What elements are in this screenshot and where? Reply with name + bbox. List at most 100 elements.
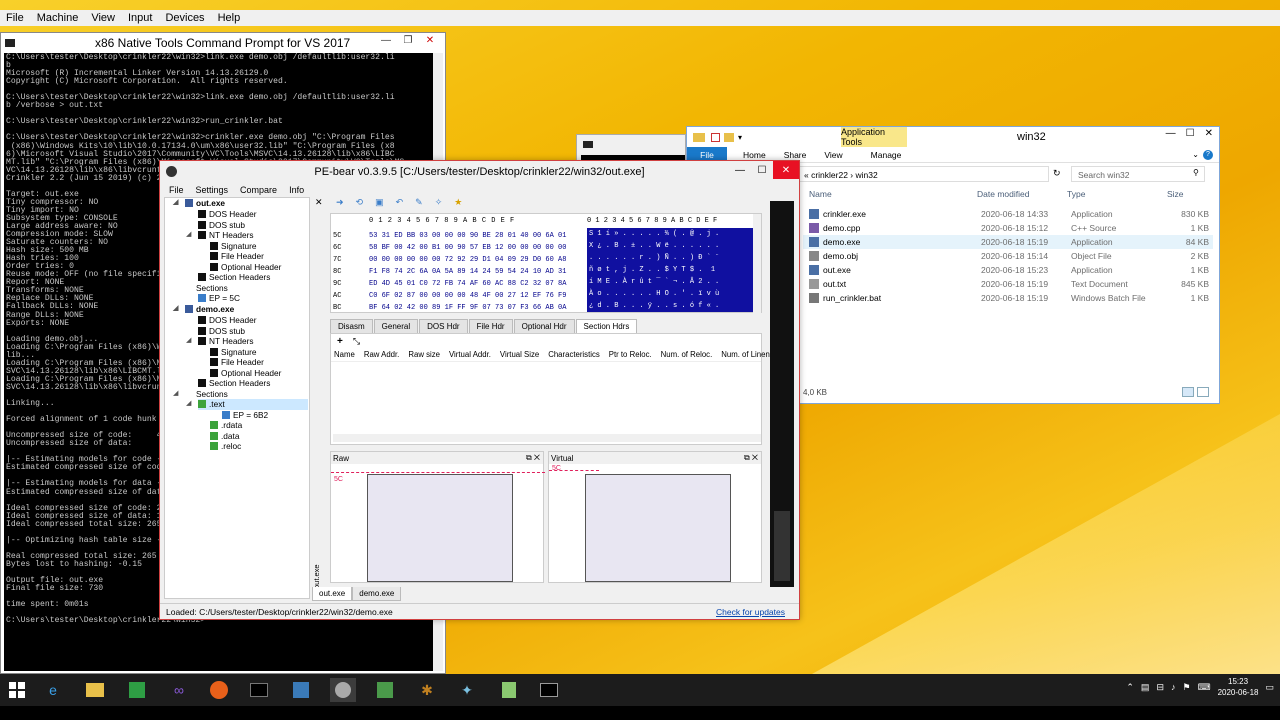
close-icon[interactable]: ✕ (1205, 128, 1213, 139)
ribbon-tab-view[interactable]: View (824, 150, 842, 160)
folder-new-icon[interactable] (724, 132, 734, 142)
large-icons-view-icon[interactable] (1197, 387, 1209, 397)
firefox-icon[interactable] (206, 678, 232, 702)
cmd-titlebar[interactable]: x86 Native Tools Command Prompt for VS 2… (1, 33, 445, 53)
hex-row[interactable]: ED 4D 45 01 C0 72 FB 74 AF 60 AC 88 C2 3… (369, 278, 583, 290)
vm-menu-help[interactable]: Help (218, 12, 241, 24)
hex-row[interactable]: 00 00 00 00 00 00 72 92 29 D1 04 09 29 D… (369, 254, 583, 266)
ascii-row[interactable]: ñ ø t , j . Z . . $ Y T $ . ­ 1 (589, 264, 755, 276)
usb-icon[interactable]: ⊟ (1156, 682, 1164, 693)
visual-studio-icon[interactable]: ∞ (166, 678, 192, 702)
hex-bytes[interactable]: 53 31 ED BB 03 00 00 00 90 BE 28 01 40 0… (369, 230, 583, 314)
vm-menu-file[interactable]: File (6, 12, 24, 24)
file-tab-demo-exe[interactable]: demo.exe (352, 587, 402, 601)
details-view-icon[interactable] (1182, 387, 1194, 397)
tab-dos-hdr[interactable]: DOS Hdr (419, 319, 468, 333)
go-forward-icon[interactable]: ➜ (336, 197, 344, 211)
check-updates-link[interactable]: Check for updates (716, 607, 785, 617)
tree-section-text[interactable]: ◢ .text (186, 399, 308, 410)
section-column-header[interactable]: Virtual Size (500, 350, 539, 359)
column-name[interactable]: Name (803, 189, 977, 203)
tree-signature[interactable]: Signature (210, 241, 257, 252)
quick-access-icon[interactable] (711, 132, 720, 142)
terminal-icon[interactable] (246, 678, 272, 702)
add-section-icon[interactable]: + (337, 336, 343, 347)
maximize-icon[interactable]: ❐ (399, 35, 417, 49)
hex-scrollbar[interactable] (753, 214, 761, 314)
minimize-icon[interactable]: — (1166, 128, 1176, 139)
column-size[interactable]: Size (1157, 189, 1205, 203)
hex-row[interactable]: F1 F8 74 2C 6A 0A 5A 89 14 24 59 54 24 1… (369, 266, 583, 278)
tree-out-exe[interactable]: ◢ out.exe (173, 198, 225, 209)
close-panel-icon[interactable]: ✕ (534, 453, 540, 462)
ascii-row[interactable]: À o . . . . . . H O . ' . ï v ù (589, 288, 755, 300)
cmd-taskbar-icon[interactable] (536, 678, 562, 702)
bug-icon[interactable]: ✱ (414, 678, 440, 702)
pebear-titlebar[interactable]: PE-bear v0.3.9.5 [C:/Users/tester/Deskto… (160, 161, 799, 183)
file-row[interactable]: run_crinkler.bat 2020-06-18 15:19 Windows … (803, 291, 1213, 305)
undock-icon[interactable]: ⧉ (744, 453, 750, 462)
ascii-row[interactable]: í M E . À r û t ¯ ` ¬ . Â 2 . . (589, 276, 755, 288)
hex-row[interactable]: 58 BF 00 42 00 B1 00 90 57 EB 12 00 00 0… (369, 242, 583, 254)
close-icon[interactable]: ✕ (773, 161, 799, 179)
tab-general[interactable]: General (373, 319, 419, 333)
section-column-header[interactable]: Ptr to Reloc. (609, 350, 652, 359)
notifications-icon[interactable]: ▭ (1265, 682, 1274, 693)
tree-demo-exe[interactable]: ◢ demo.exe (173, 304, 234, 315)
keyboard-icon[interactable]: ⌨ (1198, 682, 1211, 693)
ribbon-tab-share[interactable]: Share (784, 150, 807, 160)
clock[interactable]: 15:23 2020-06-18 (1218, 676, 1259, 698)
hex-view[interactable]: 0 1 2 3 4 5 6 7 8 9 A B C D E F 5C 6C 7C 8C… (330, 213, 762, 314)
edit-icon[interactable]: ✎ (415, 197, 423, 211)
menu-compare[interactable]: Compare (240, 185, 277, 195)
tab-disasm[interactable]: Disasm (330, 319, 373, 333)
file-row[interactable]: demo.cpp 2020-06-18 15:12 C++ Source 1 KB (803, 221, 1213, 235)
edge-icon[interactable]: e (40, 678, 66, 702)
tool-icon[interactable]: ✦ (454, 678, 480, 702)
vm-menu-input[interactable]: Input (128, 12, 152, 24)
column-date[interactable]: Date modified (977, 189, 1067, 203)
tree-dos-header[interactable]: DOS Header (198, 209, 257, 220)
undock-icon[interactable]: ⧉ (526, 453, 532, 462)
vm-menu-view[interactable]: View (91, 12, 115, 24)
back-icon[interactable]: ↶ (396, 197, 404, 211)
tab-section-hdrs[interactable]: Section Hdrs (575, 319, 638, 333)
virtual-section-block[interactable] (585, 474, 731, 582)
undo-icon[interactable]: ⟲ (356, 197, 364, 211)
pe-tree-view[interactable]: ◢ out.exe DOS Header DOS stub ◢ NT Headers… (164, 197, 310, 599)
section-column-header[interactable]: Raw size (408, 350, 440, 359)
tree-nt-headers[interactable]: ◢ NT Headers (186, 336, 254, 347)
tab-file-hdr[interactable]: File Hdr (468, 319, 513, 333)
app-icon-blue[interactable] (288, 678, 314, 702)
tree-optional-header[interactable]: Optional Header (210, 262, 281, 273)
section-table-scrollbar[interactable] (333, 434, 761, 442)
section-column-header[interactable]: Raw Addr. (364, 350, 400, 359)
help-icon[interactable]: ? (1203, 149, 1213, 160)
ribbon-tab-manage[interactable]: Manage (871, 150, 902, 160)
section-column-header[interactable]: Num. of Reloc. (661, 350, 713, 359)
volume-icon[interactable]: ♪ (1171, 682, 1176, 692)
tray-expand-icon[interactable]: ⌃ (1126, 682, 1134, 693)
file-row[interactable]: out.txt 2020-06-18 15:19 Text Document 845 … (803, 277, 1213, 291)
menu-settings[interactable]: Settings (196, 185, 229, 195)
tree-section-headers[interactable]: Section Headers (198, 272, 270, 283)
file-tab-out-exe[interactable]: out.exe (312, 587, 353, 601)
file-row[interactable]: demo.exe 2020-06-18 15:19 Application 84 KB (803, 235, 1213, 249)
ascii-row[interactable]: . . . . . . r . ) Ñ . . ) Ð ` ¨ (589, 252, 755, 264)
tree-optional-header[interactable]: Optional Header (210, 368, 281, 379)
tree-signature[interactable]: Signature (210, 347, 257, 358)
ascii-row[interactable]: X ¿ . B . ± . . W ë . . . . . . (589, 240, 755, 252)
application-tools-tab[interactable]: Application Tools (841, 127, 907, 147)
file-explorer-icon[interactable] (82, 678, 108, 702)
hex-row[interactable]: BF 64 02 42 00 89 1F FF 9F 07 73 07 F3 6… (369, 302, 583, 314)
tree-section-data[interactable]: .data (210, 431, 239, 442)
save-icon[interactable]: ▣ (375, 197, 384, 211)
vm-menu-machine[interactable]: Machine (37, 12, 79, 24)
start-button[interactable] (4, 678, 30, 702)
file-row[interactable]: crinkler.exe 2020-06-18 14:33 Application 8… (803, 207, 1213, 221)
tree-entry-point[interactable]: EP = 5C (198, 293, 240, 304)
maximize-icon[interactable]: ☐ (1186, 128, 1195, 139)
tree-file-header[interactable]: File Header (210, 357, 264, 368)
tree-file-header[interactable]: File Header (210, 251, 264, 262)
flag-icon[interactable]: ⚑ (1182, 682, 1190, 693)
